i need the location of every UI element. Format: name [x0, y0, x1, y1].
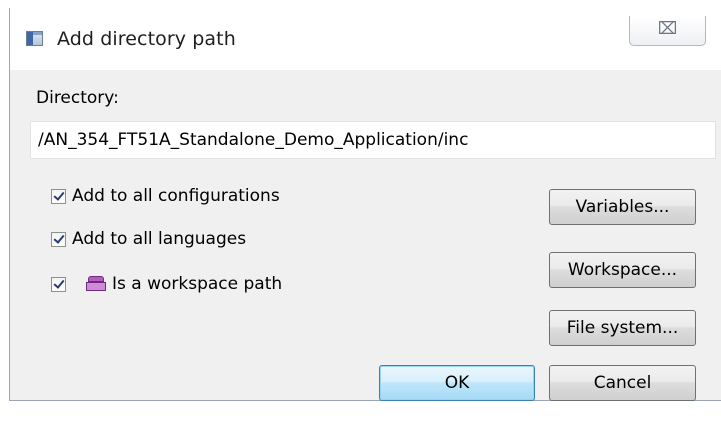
is-workspace-path-checkbox[interactable]: [51, 276, 66, 292]
is-workspace-path-label: Is a workspace path: [112, 274, 283, 294]
title-bar: Add directory path ⌧: [10, 8, 721, 70]
variables-button[interactable]: Variables...: [549, 189, 696, 225]
workspace-icon: [86, 276, 106, 292]
add-to-all-languages-label: Add to all languages: [72, 229, 247, 249]
add-directory-path-dialog: Add directory path ⌧ Directory: /AN_354_…: [9, 8, 721, 401]
cancel-button[interactable]: Cancel: [549, 365, 696, 401]
close-icon: ⌧: [657, 19, 678, 39]
window-icon: [26, 31, 43, 46]
dialog-title: Add directory path: [57, 28, 236, 50]
is-workspace-path-option[interactable]: Is a workspace path: [51, 272, 282, 296]
close-button[interactable]: ⌧: [629, 16, 706, 46]
add-to-all-configurations-option[interactable]: Add to all configurations: [51, 184, 280, 208]
ok-button[interactable]: OK: [379, 365, 535, 401]
add-to-all-languages-checkbox[interactable]: [51, 231, 66, 247]
directory-input[interactable]: /AN_354_FT51A_Standalone_Demo_Applicatio…: [30, 121, 716, 159]
directory-label: Directory:: [36, 88, 119, 108]
add-to-all-configurations-checkbox[interactable]: [51, 188, 66, 204]
workspace-button[interactable]: Workspace...: [549, 252, 696, 288]
file-system-button[interactable]: File system...: [549, 310, 696, 346]
add-to-all-configurations-label: Add to all configurations: [72, 186, 280, 206]
add-to-all-languages-option[interactable]: Add to all languages: [51, 227, 246, 251]
